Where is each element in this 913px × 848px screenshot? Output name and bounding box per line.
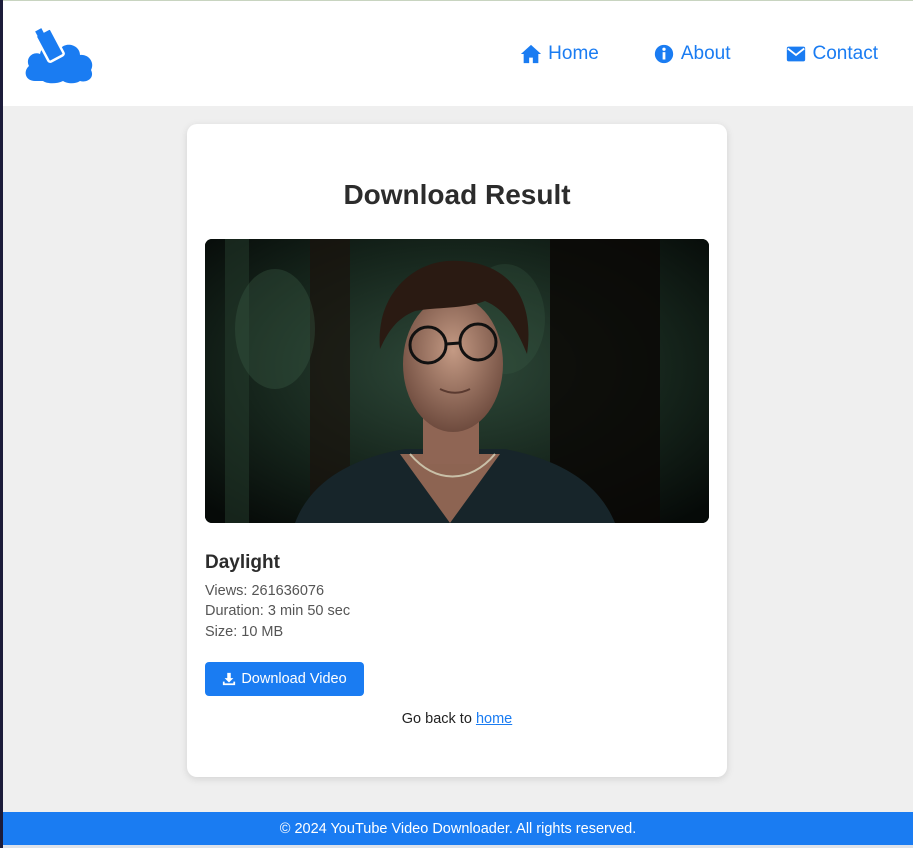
video-size: Size: 10 MB <box>205 624 284 640</box>
page-title: Download Result <box>343 179 571 210</box>
download-result-card: Download Result Daylight Views: 26163607… <box>187 124 727 777</box>
download-icon <box>223 672 236 686</box>
site-header: Home About Contact <box>3 1 913 106</box>
home-icon <box>521 44 542 63</box>
video-duration: Duration: 3 min 50 sec <box>205 603 351 619</box>
home-link[interactable]: home <box>476 711 512 727</box>
go-back-text: Go back to <box>401 711 476 727</box>
cloud-logo-icon[interactable] <box>23 23 95 85</box>
main-nav: Home About Contact <box>520 1 913 106</box>
video-thumbnail <box>205 239 709 523</box>
nav-about-label: About <box>680 42 731 64</box>
download-button-label: Download Video <box>241 671 347 687</box>
footer-copyright: © 2024 YouTube Video Downloader. All rig… <box>279 820 637 837</box>
nav-home[interactable]: Home <box>520 43 599 65</box>
envelope-icon <box>786 46 805 61</box>
video-views: Views: 261636076 <box>205 583 325 599</box>
thumbnail-image <box>205 239 709 523</box>
nav-about[interactable]: About <box>653 43 731 65</box>
go-back-line: Go back to home <box>187 711 727 727</box>
info-icon <box>654 44 674 63</box>
nav-home-label: Home <box>548 42 599 64</box>
nav-contact[interactable]: Contact <box>785 43 878 65</box>
site-footer: © 2024 YouTube Video Downloader. All rig… <box>3 812 913 845</box>
download-video-button[interactable]: Download Video <box>205 662 364 696</box>
video-title: Daylight <box>205 552 280 573</box>
nav-contact-label: Contact <box>812 42 878 64</box>
window-left-edge <box>0 0 3 848</box>
